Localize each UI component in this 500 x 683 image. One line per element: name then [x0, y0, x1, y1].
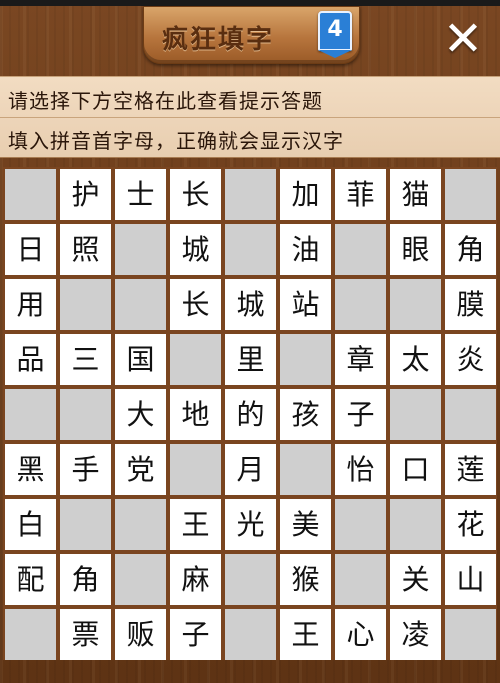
grid-cell-filled[interactable]: 膜 — [445, 279, 496, 330]
grid-cell-empty[interactable] — [335, 224, 386, 275]
grid-cell-filled[interactable]: 口 — [390, 444, 441, 495]
grid-cell-filled[interactable]: 地 — [170, 389, 221, 440]
grid-cell-filled[interactable]: 长 — [170, 279, 221, 330]
grid-cell-filled[interactable]: 照 — [60, 224, 111, 275]
grid-cell-filled[interactable]: 王 — [280, 609, 331, 660]
grid-cell-filled[interactable]: 美 — [280, 499, 331, 550]
grid-cell-filled[interactable]: 城 — [225, 279, 276, 330]
hint-panel: 请选择下方空格在此查看提示答题 填入拼音首字母，正确就会显示汉字 — [0, 76, 500, 158]
grid-cell-empty[interactable] — [5, 609, 56, 660]
grid-cell-filled[interactable]: 角 — [445, 224, 496, 275]
grid-cell-filled[interactable]: 子 — [170, 609, 221, 660]
grid-cell-filled[interactable]: 站 — [280, 279, 331, 330]
hint-instruction-fill: 填入拼音首字母，正确就会显示汉字 — [8, 129, 344, 153]
grid-cell-filled[interactable]: 莲 — [445, 444, 496, 495]
grid-cell-filled[interactable]: 王 — [170, 499, 221, 550]
grid-cell-filled[interactable]: 猫 — [390, 169, 441, 220]
grid-cell-filled[interactable]: 用 — [5, 279, 56, 330]
grid-cell-empty[interactable] — [225, 169, 276, 220]
hint-divider — [0, 117, 500, 118]
grid-cell-filled[interactable]: 子 — [335, 389, 386, 440]
grid-cell-filled[interactable]: 怡 — [335, 444, 386, 495]
grid-cell-filled[interactable]: 猴 — [280, 554, 331, 605]
grid-cell-empty[interactable] — [225, 224, 276, 275]
grid-cell-filled[interactable]: 关 — [390, 554, 441, 605]
grid-cell-filled[interactable]: 白 — [5, 499, 56, 550]
grid-cell-empty[interactable] — [390, 499, 441, 550]
grid-cell-filled[interactable]: 花 — [445, 499, 496, 550]
grid-cell-filled[interactable]: 贩 — [115, 609, 166, 660]
grid-cell-filled[interactable]: 的 — [225, 389, 276, 440]
grid-cell-filled[interactable]: 太 — [390, 334, 441, 385]
grid-cell-empty[interactable] — [445, 169, 496, 220]
grid-cell-empty[interactable] — [115, 499, 166, 550]
grid-cell-filled[interactable]: 加 — [280, 169, 331, 220]
grid-cell-empty[interactable] — [390, 389, 441, 440]
grid-cell-filled[interactable]: 角 — [60, 554, 111, 605]
grid-cell-filled[interactable]: 城 — [170, 224, 221, 275]
grid-cell-filled[interactable]: 日 — [5, 224, 56, 275]
grid-cell-filled[interactable]: 菲 — [335, 169, 386, 220]
grid-cell-filled[interactable]: 麻 — [170, 554, 221, 605]
grid-cell-empty[interactable] — [280, 334, 331, 385]
grid-cell-filled[interactable]: 心 — [335, 609, 386, 660]
grid-cell-filled[interactable]: 炎 — [445, 334, 496, 385]
grid-cell-filled[interactable]: 票 — [60, 609, 111, 660]
grid-cell-empty[interactable] — [60, 279, 111, 330]
grid-cell-filled[interactable]: 三 — [60, 334, 111, 385]
grid-cell-filled[interactable]: 手 — [60, 444, 111, 495]
grid-cell-filled[interactable]: 长 — [170, 169, 221, 220]
grid-cell-empty[interactable] — [225, 609, 276, 660]
grid-cell-empty[interactable] — [5, 389, 56, 440]
title-plaque: 疯狂填字 4 — [143, 6, 360, 64]
grid-cell-filled[interactable]: 黑 — [5, 444, 56, 495]
hint-instruction-select: 请选择下方空格在此查看提示答题 — [8, 89, 323, 113]
grid-cell-empty[interactable] — [60, 499, 111, 550]
grid-cell-empty[interactable] — [5, 169, 56, 220]
crossword-grid: 护士长加菲猫日照城油眼角用长城站膜品三国里章太炎大地的孩子黑手党月怡口莲白王光美… — [3, 167, 497, 660]
grid-cell-empty[interactable] — [115, 279, 166, 330]
grid-cell-filled[interactable]: 护 — [60, 169, 111, 220]
grid-cell-empty[interactable] — [335, 499, 386, 550]
grid-cell-empty[interactable] — [390, 279, 441, 330]
grid-cell-filled[interactable]: 国 — [115, 334, 166, 385]
grid-cell-filled[interactable]: 章 — [335, 334, 386, 385]
grid-cell-empty[interactable] — [445, 389, 496, 440]
grid-cell-empty[interactable] — [280, 444, 331, 495]
grid-cell-filled[interactable]: 品 — [5, 334, 56, 385]
grid-cell-empty[interactable] — [225, 554, 276, 605]
grid-cell-filled[interactable]: 山 — [445, 554, 496, 605]
grid-cell-empty[interactable] — [60, 389, 111, 440]
grid-cell-filled[interactable]: 大 — [115, 389, 166, 440]
grid-cell-filled[interactable]: 油 — [280, 224, 331, 275]
grid-cell-empty[interactable] — [445, 609, 496, 660]
grid-cell-empty[interactable] — [115, 554, 166, 605]
grid-cell-empty[interactable] — [335, 554, 386, 605]
level-badge: 4 — [318, 11, 352, 58]
grid-cell-filled[interactable]: 士 — [115, 169, 166, 220]
grid-cell-empty[interactable] — [335, 279, 386, 330]
grid-cell-filled[interactable]: 孩 — [280, 389, 331, 440]
grid-cell-empty[interactable] — [170, 444, 221, 495]
grid-cell-filled[interactable]: 党 — [115, 444, 166, 495]
game-title: 疯狂填字 — [162, 25, 275, 55]
close-button[interactable]: ✕ — [440, 15, 486, 63]
grid-cell-empty[interactable] — [170, 334, 221, 385]
grid-cell-filled[interactable]: 眼 — [390, 224, 441, 275]
grid-cell-empty[interactable] — [115, 224, 166, 275]
grid-cell-filled[interactable]: 光 — [225, 499, 276, 550]
grid-cell-filled[interactable]: 配 — [5, 554, 56, 605]
grid-cell-filled[interactable]: 凌 — [390, 609, 441, 660]
grid-cell-filled[interactable]: 里 — [225, 334, 276, 385]
grid-cell-filled[interactable]: 月 — [225, 444, 276, 495]
